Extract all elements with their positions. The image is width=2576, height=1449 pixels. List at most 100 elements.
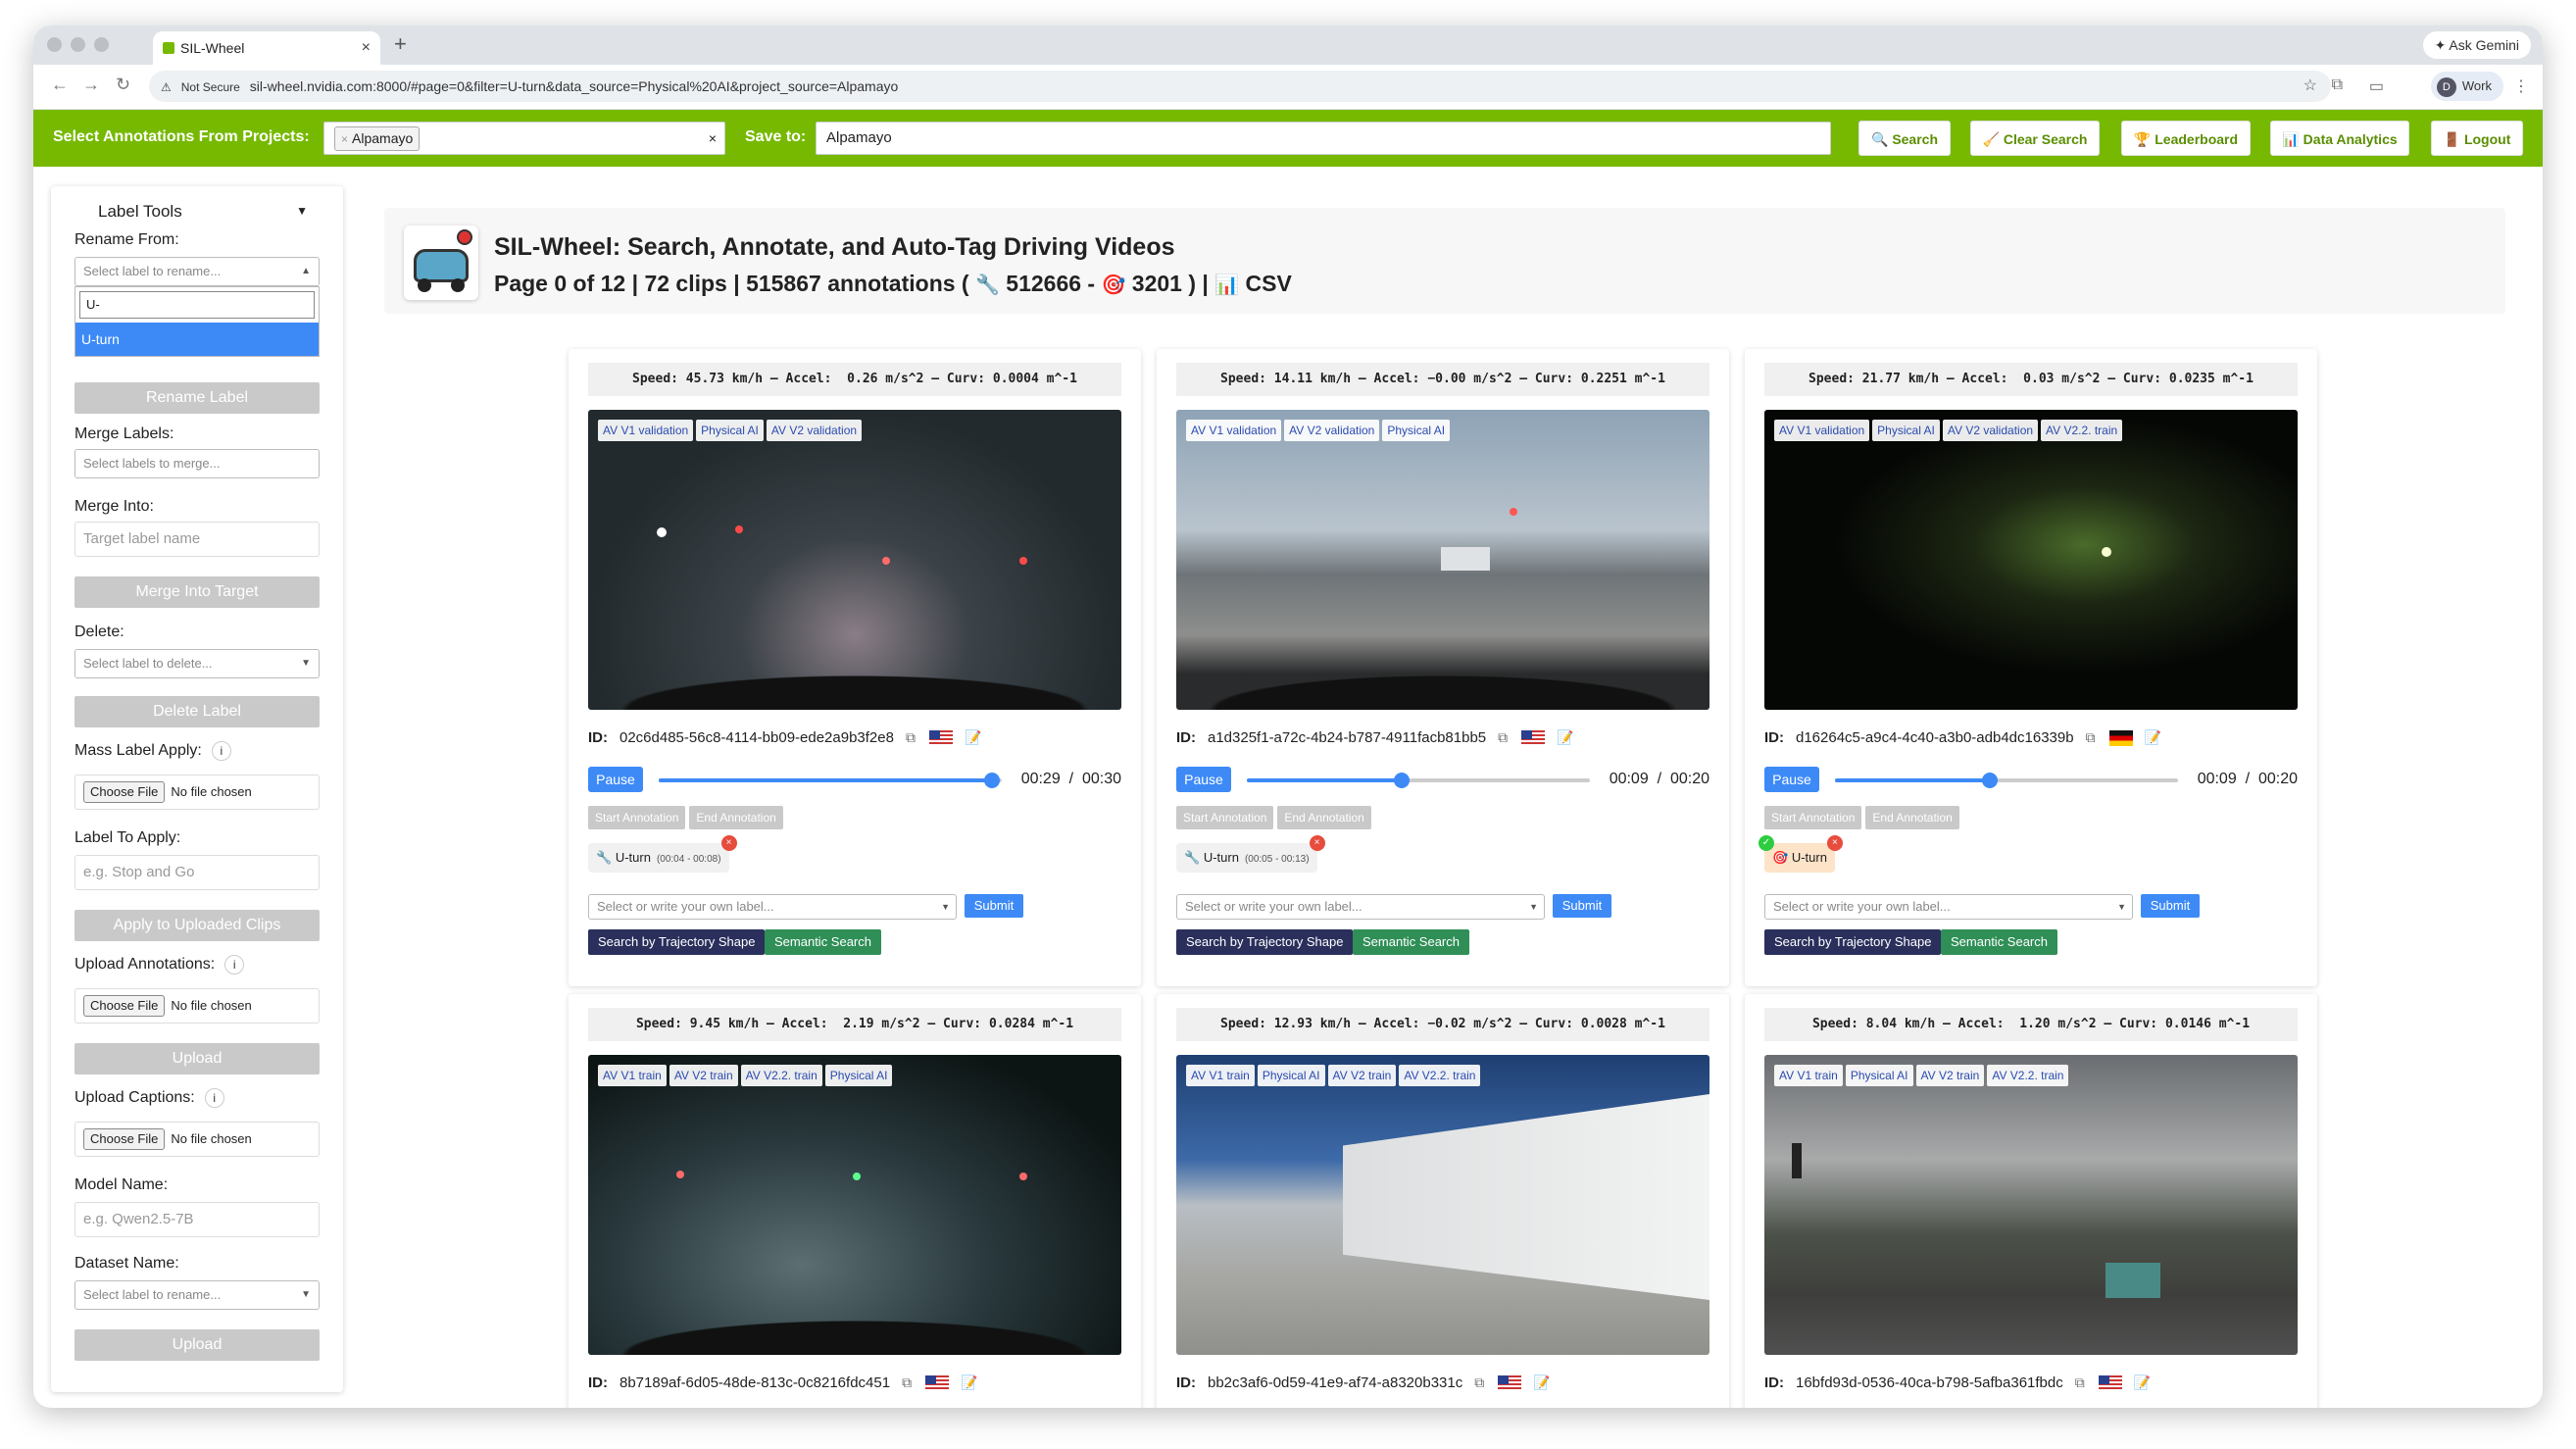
approve-label-icon[interactable]: ✓	[1759, 835, 1774, 851]
info-icon[interactable]: i	[204, 1088, 224, 1108]
copy-icon[interactable]: ⧉	[1474, 1374, 1484, 1391]
copy-icon[interactable]: ⧉	[1498, 729, 1508, 746]
end-annotation-button[interactable]: End Annotation	[689, 806, 783, 829]
trajectory-search-button[interactable]: Search by Trajectory Shape	[588, 929, 766, 955]
seek-knob[interactable]	[984, 773, 1000, 788]
browser-tab[interactable]: SIL-Wheel ×	[153, 31, 380, 65]
more-menu-icon[interactable]: ⋮	[2513, 76, 2529, 96]
label-to-apply-input[interactable]: e.g. Stop and Go	[74, 855, 320, 890]
rename-label-button[interactable]: Rename Label	[74, 382, 320, 414]
leaderboard-button[interactable]: 🏆 Leaderboard	[2121, 121, 2251, 156]
info-icon[interactable]: i	[211, 741, 231, 761]
note-icon[interactable]: 📝	[965, 729, 981, 746]
choose-file-button[interactable]: Choose File	[83, 781, 166, 803]
upload-captions-button[interactable]: Upload	[74, 1329, 320, 1361]
rename-from-select[interactable]: Select label to rename... ▲	[74, 257, 320, 286]
url-field[interactable]: ⚠ Not Secure sil-wheel.nvidia.com:8000/#pa…	[149, 71, 2331, 102]
semantic-search-button[interactable]: Semantic Search	[1353, 929, 1469, 955]
choose-file-button[interactable]: Choose File	[83, 995, 166, 1017]
video-player[interactable]: AV V1 validation Physical AI AV V2 validat…	[1764, 410, 2298, 710]
start-annotation-button[interactable]: Start Annotation	[588, 806, 686, 829]
logout-button[interactable]: 🚪 Logout	[2431, 121, 2523, 156]
project-multiselect[interactable]: × Alpamayo ×	[323, 122, 725, 155]
start-annotation-button[interactable]: Start Annotation	[1176, 806, 1274, 829]
close-window-dot[interactable]	[47, 37, 62, 52]
clear-search-button[interactable]: 🧹 Clear Search	[1970, 121, 2100, 156]
pause-button[interactable]: Pause	[588, 767, 643, 792]
semantic-search-button[interactable]: Semantic Search	[765, 929, 881, 955]
trajectory-search-button[interactable]: Search by Trajectory Shape	[1176, 929, 1354, 955]
reload-icon[interactable]: ↻	[116, 75, 130, 95]
submit-button[interactable]: Submit	[1553, 894, 1611, 918]
note-icon[interactable]: 📝	[1557, 729, 1573, 746]
ask-gemini-button[interactable]: ✦ Ask Gemini	[2422, 31, 2531, 59]
start-annotation-button[interactable]: Start Annotation	[1764, 806, 1862, 829]
copy-icon[interactable]: ⧉	[2086, 729, 2096, 746]
remove-label-icon[interactable]: ×	[720, 835, 737, 851]
search-button[interactable]: 🔍 Search	[1858, 121, 1951, 156]
dataset-name-select[interactable]: Select label to rename... ▼	[74, 1280, 320, 1310]
submit-button[interactable]: Submit	[965, 894, 1023, 918]
pause-button[interactable]: Pause	[1764, 767, 1819, 792]
upload-annotations-button[interactable]: Upload	[74, 1043, 320, 1074]
delete-label-button[interactable]: Delete Label	[74, 696, 320, 727]
model-name-input[interactable]: e.g. Qwen2.5-7B	[74, 1202, 320, 1237]
zoom-window-dot[interactable]	[94, 37, 109, 52]
end-annotation-button[interactable]: End Annotation	[1277, 806, 1371, 829]
extensions-icon[interactable]: ⧉	[2332, 76, 2343, 94]
apply-to-uploaded-clips-button[interactable]: Apply to Uploaded Clips	[74, 910, 320, 941]
save-to-field[interactable]: Alpamayo	[816, 122, 1831, 155]
info-icon[interactable]: i	[224, 955, 245, 974]
upload-captions-file-input[interactable]: Choose File No file chosen	[74, 1122, 320, 1157]
seek-slider[interactable]	[1835, 773, 2178, 788]
delete-select[interactable]: Select label to delete... ▼	[74, 649, 320, 678]
sidebar-icon[interactable]: ▭	[2369, 76, 2384, 96]
merge-labels-select[interactable]: Select labels to merge...	[74, 449, 320, 478]
video-player[interactable]: AV V1 validation AV V2 validation Physical…	[1176, 410, 1709, 710]
rename-option-u-turn[interactable]: U-turn	[75, 323, 319, 356]
minimize-window-dot[interactable]	[71, 37, 85, 52]
upload-annotations-file-input[interactable]: Choose File No file chosen	[74, 988, 320, 1024]
back-arrow-icon[interactable]: ←	[51, 75, 69, 95]
close-tab-icon[interactable]: ×	[362, 31, 371, 65]
video-player[interactable]: AV V1 train AV V2 train AV V2.2. train Phys…	[588, 1055, 1121, 1355]
label-chip[interactable]: 🔧 U-turn (00:05 - 00:13) ×	[1176, 835, 1325, 873]
note-icon[interactable]: 📝	[2145, 729, 2161, 746]
collapse-caret-icon[interactable]: ▼	[296, 204, 308, 218]
seek-slider[interactable]	[659, 773, 1002, 788]
data-analytics-button[interactable]: 📊 Data Analytics	[2270, 121, 2409, 156]
copy-icon[interactable]: ⧉	[902, 1374, 912, 1391]
chip-remove-icon[interactable]: ×	[341, 132, 348, 146]
copy-icon[interactable]: ⧉	[906, 729, 916, 746]
submit-button[interactable]: Submit	[2141, 894, 2200, 918]
seek-knob[interactable]	[1982, 773, 1998, 788]
trajectory-search-button[interactable]: Search by Trajectory Shape	[1764, 929, 1942, 955]
copy-icon[interactable]: ⧉	[2075, 1374, 2085, 1391]
merge-into-target-button[interactable]: Merge Into Target	[74, 576, 320, 608]
end-annotation-button[interactable]: End Annotation	[1865, 806, 1959, 829]
rename-search-input[interactable]: U-	[79, 291, 315, 319]
label-select[interactable]: Select or write your own label... ▼	[1764, 894, 2133, 920]
label-select[interactable]: Select or write your own label... ▼	[588, 894, 957, 920]
note-icon[interactable]: 📝	[2134, 1374, 2151, 1391]
remove-label-icon[interactable]: ×	[1309, 835, 1325, 851]
pause-button[interactable]: Pause	[1176, 767, 1231, 792]
choose-file-button[interactable]: Choose File	[83, 1128, 166, 1150]
video-player[interactable]: AV V1 validation Physical AI AV V2 validat…	[588, 410, 1121, 710]
merge-into-input[interactable]: Target label name	[74, 522, 320, 557]
video-player[interactable]: AV V1 train Physical AI AV V2 train AV V2.2…	[1176, 1055, 1709, 1355]
mass-apply-file-input[interactable]: Choose File No file chosen	[74, 774, 320, 810]
label-chip[interactable]: 🔧 U-turn (00:04 - 00:08) ×	[588, 835, 737, 873]
seek-slider[interactable]	[1247, 773, 1590, 788]
clear-selection-icon[interactable]: ×	[709, 123, 717, 154]
auto-label-chip[interactable]: ✓ 🎯 U-turn ×	[1759, 835, 1843, 873]
csv-link[interactable]: CSV	[1246, 271, 1292, 296]
seek-knob[interactable]	[1394, 773, 1410, 788]
bookmark-star-icon[interactable]: ☆	[2304, 71, 2317, 102]
forward-arrow-icon[interactable]: →	[82, 75, 100, 95]
semantic-search-button[interactable]: Semantic Search	[1941, 929, 2057, 955]
label-select[interactable]: Select or write your own label... ▼	[1176, 894, 1545, 920]
remove-label-icon[interactable]: ×	[1826, 835, 1843, 851]
video-player[interactable]: AV V1 train Physical AI AV V2 train AV V2.2…	[1764, 1055, 2298, 1355]
note-icon[interactable]: 📝	[961, 1374, 977, 1391]
